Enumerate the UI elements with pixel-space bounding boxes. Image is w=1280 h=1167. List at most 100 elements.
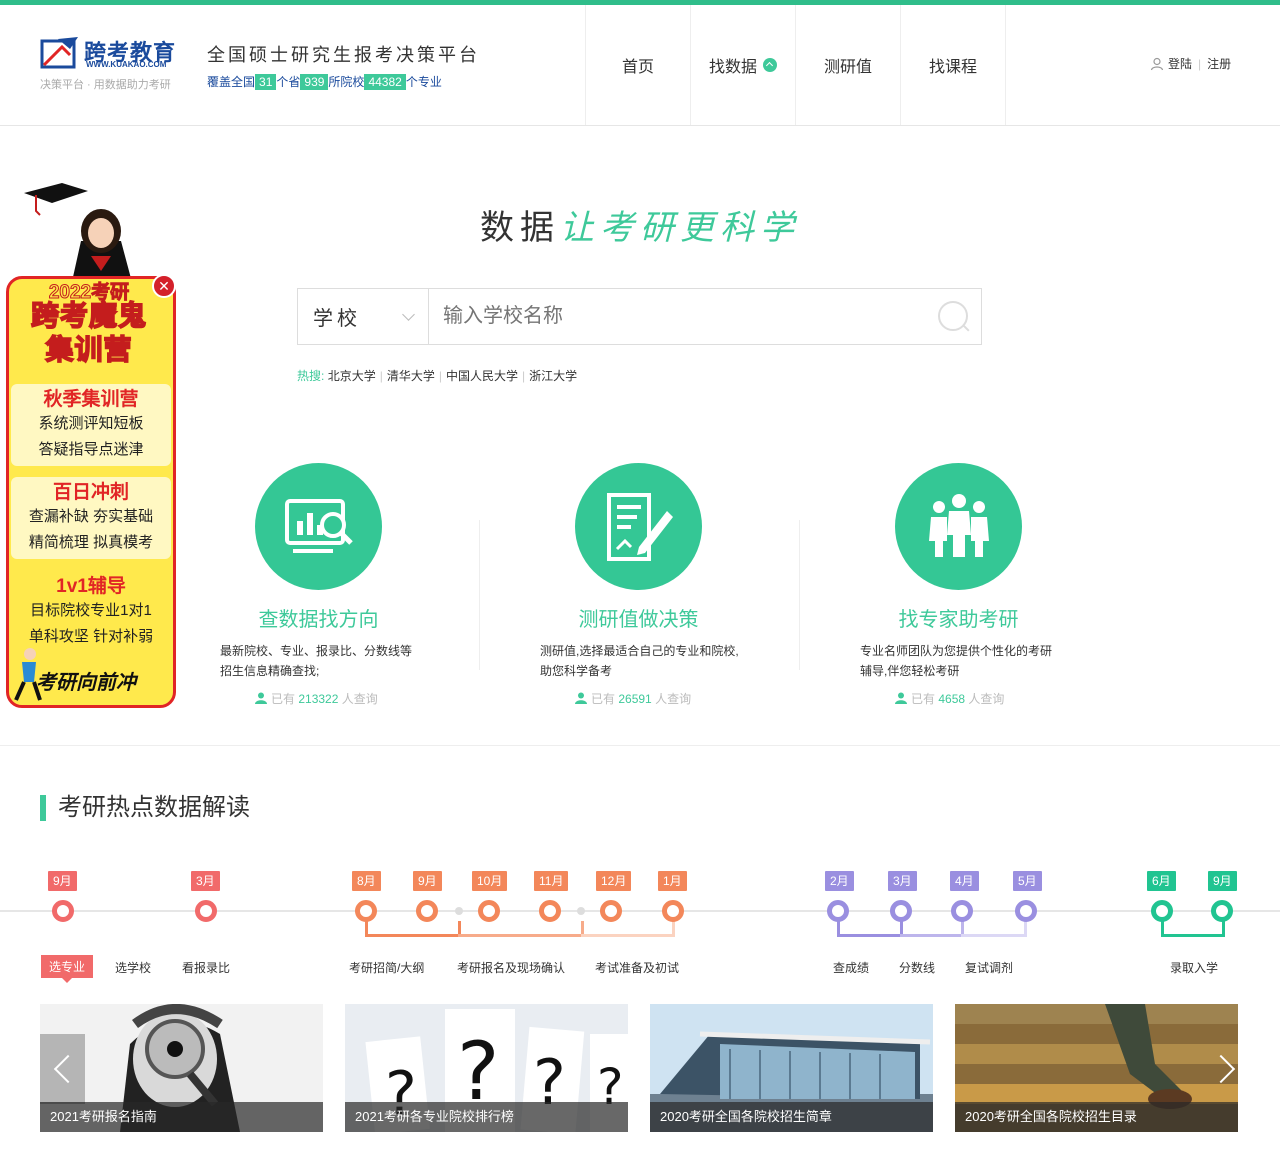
promo-block-line: 答疑指导点迷津 (38, 441, 144, 458)
timeline-month: 10月 (472, 871, 508, 895)
nav-home[interactable]: 首页 (586, 5, 691, 125)
carousel-next-arrow-icon[interactable] (1203, 1034, 1248, 1104)
timeline-label[interactable]: 录取入学 (1170, 959, 1218, 976)
timeline-dot[interactable] (890, 900, 912, 922)
search-type-select[interactable]: 学校 (298, 289, 429, 344)
timeline-label[interactable]: 复试调剂 (965, 959, 1013, 976)
feature-count-number: 213322 (298, 692, 339, 706)
feature-desc: 测研值,选择最适合自己的专业和院校,助您科学备考 (540, 644, 739, 678)
feature-count: 已有 213322 人查询 (255, 690, 378, 707)
timeline-track (0, 910, 1280, 912)
timeline-bracket (900, 921, 964, 937)
nav-find-data-label: 找数据 (708, 59, 757, 76)
nav-score-test-label: 测研值 (823, 59, 872, 76)
timeline-dot[interactable] (52, 900, 74, 922)
search-icon[interactable] (926, 289, 981, 344)
hot-item[interactable]: 中国人民大学 (446, 369, 518, 383)
chevron-down-icon (402, 307, 415, 321)
timeline-dot[interactable] (355, 900, 377, 922)
timeline-label[interactable]: 考试准备及初试 (595, 959, 679, 976)
timeline-month: 9月 (1208, 871, 1237, 895)
hot-label: 热搜: (297, 369, 325, 383)
article-caption: 2020考研全国各院校招生简章 (650, 1102, 933, 1132)
timeline-bracket (1161, 921, 1225, 937)
article-card[interactable]: ? ? ? ? 2021考研各专业院校排行榜 (345, 1004, 628, 1132)
hero-title: 数据让考研更科学 (0, 200, 1280, 249)
timeline-month: 4月 (950, 871, 979, 895)
search-bar: 学校 (297, 288, 982, 345)
promo-banner[interactable]: ✕ 2022考研 跨考魔鬼 集训营 秋季集训营 系统测评知短板 答疑指导点迷津 … (6, 181, 176, 709)
timeline-label[interactable]: 选专业 (41, 955, 94, 983)
feature-circle (895, 463, 1022, 590)
auth-separator: | (1198, 56, 1202, 71)
hot-item[interactable]: 北京大学 (328, 369, 376, 383)
timeline-dot[interactable] (951, 900, 973, 922)
timeline-dot[interactable] (195, 900, 217, 922)
hot-item[interactable]: 浙江大学 (529, 369, 577, 383)
timeline-label[interactable]: 看报录比 (182, 959, 230, 976)
feature-circle (255, 463, 382, 590)
timeline-label[interactable]: 分数线 (899, 959, 935, 976)
feature-title: 找专家助考研 (898, 609, 1019, 631)
stats-majors: 44382 (364, 74, 406, 90)
timeline-dot[interactable] (478, 900, 500, 922)
timeline-bracket (581, 921, 675, 937)
timeline-month: 9月 (48, 871, 77, 895)
search-input[interactable] (429, 289, 926, 344)
feature-count: 已有 26591 人查询 (575, 690, 691, 707)
feature-desc: 最新院校、专业、报录比、分数线等招生信息精确查找; (220, 644, 413, 678)
article-caption: 2021考研报名指南 (40, 1102, 323, 1132)
promo-footer: 考研向前冲 (36, 672, 136, 694)
article-card[interactable]: 2020考研全国各院校招生目录 (955, 1004, 1238, 1132)
promo-block: 1v1辅导 目标院校专业1对1 单科攻坚 针对补弱 (11, 571, 171, 653)
timeline-label[interactable]: 考研报名及现场确认 (457, 959, 565, 976)
nav-score-test[interactable]: 测研值 (796, 5, 901, 125)
nav-find-data[interactable]: 找数据 (691, 5, 796, 125)
timeline-month: 8月 (352, 871, 381, 895)
timeline-month: 5月 (1013, 871, 1042, 895)
timeline-label[interactable]: 查成绩 (833, 959, 869, 976)
stats-mid1: 个省 (276, 75, 301, 89)
nav-find-course[interactable]: 找课程 (901, 5, 1006, 125)
stats-schools: 939 (300, 74, 329, 90)
promo-block-line: 查漏补缺 夯实基础 (28, 508, 154, 525)
feature-count: 已有 4658 人查询 (895, 690, 1004, 707)
timeline-dot[interactable] (416, 900, 438, 922)
timeline-dot[interactable] (1211, 900, 1233, 922)
site-logo[interactable]: 跨考教育 WWW.KUAKAO.COM 决策平台 · 用数据助力考研 (40, 35, 180, 95)
person-icon (255, 692, 267, 704)
article-caption: 2020考研全国各院校招生目录 (955, 1102, 1238, 1132)
promo-block-line: 系统测评知短板 (38, 415, 144, 432)
header-slogan: 全国硕士研究生报考决策平台 (207, 45, 480, 66)
article-card[interactable]: 2020考研全国各院校招生简章 (650, 1004, 933, 1132)
timeline-label[interactable]: 考研招简/大纲 (349, 959, 424, 976)
feature-divider (479, 520, 480, 670)
carousel-prev-arrow-icon[interactable] (40, 1034, 85, 1104)
login-link[interactable]: 登陆 (1168, 55, 1192, 72)
timeline-minidot (455, 907, 463, 915)
logo-mark-icon (40, 37, 78, 69)
timeline-dot[interactable] (539, 900, 561, 922)
timeline-bracket (837, 921, 903, 937)
promo-title: 跨考魔鬼 集训营 (6, 299, 172, 367)
hot-item[interactable]: 清华大学 (387, 369, 435, 383)
timeline-label[interactable]: 选学校 (115, 959, 151, 976)
promo-block-title: 秋季集训营 (43, 389, 139, 410)
promo-title-line2: 集训营 (45, 333, 133, 366)
timeline-dot[interactable] (827, 900, 849, 922)
student-illustration-icon (71, 209, 133, 286)
timeline-bracket (961, 921, 1027, 937)
promo-block: 百日冲刺 查漏补缺 夯实基础 精简梳理 拟真模考 (11, 477, 171, 559)
timeline-dot[interactable] (1015, 900, 1037, 922)
stats-provinces: 31 (255, 74, 277, 90)
site-header: 跨考教育 WWW.KUAKAO.COM 决策平台 · 用数据助力考研 全国硕士研… (0, 5, 1280, 126)
coverage-stats: 覆盖全国 31 个省 939 所院校 44382 个专业 (207, 73, 442, 90)
timeline-dot[interactable] (1151, 900, 1173, 922)
timeline-month: 9月 (413, 871, 442, 895)
register-link[interactable]: 注册 (1207, 55, 1231, 72)
hot-searches: 热搜: 北京大学 | 清华大学 | 中国人民大学 | 浙江大学 (297, 369, 578, 383)
timeline-dot[interactable] (600, 900, 622, 922)
timeline-month: 6月 (1147, 871, 1176, 895)
feature-title: 测研值做决策 (578, 609, 699, 631)
timeline-dot[interactable] (662, 900, 684, 922)
